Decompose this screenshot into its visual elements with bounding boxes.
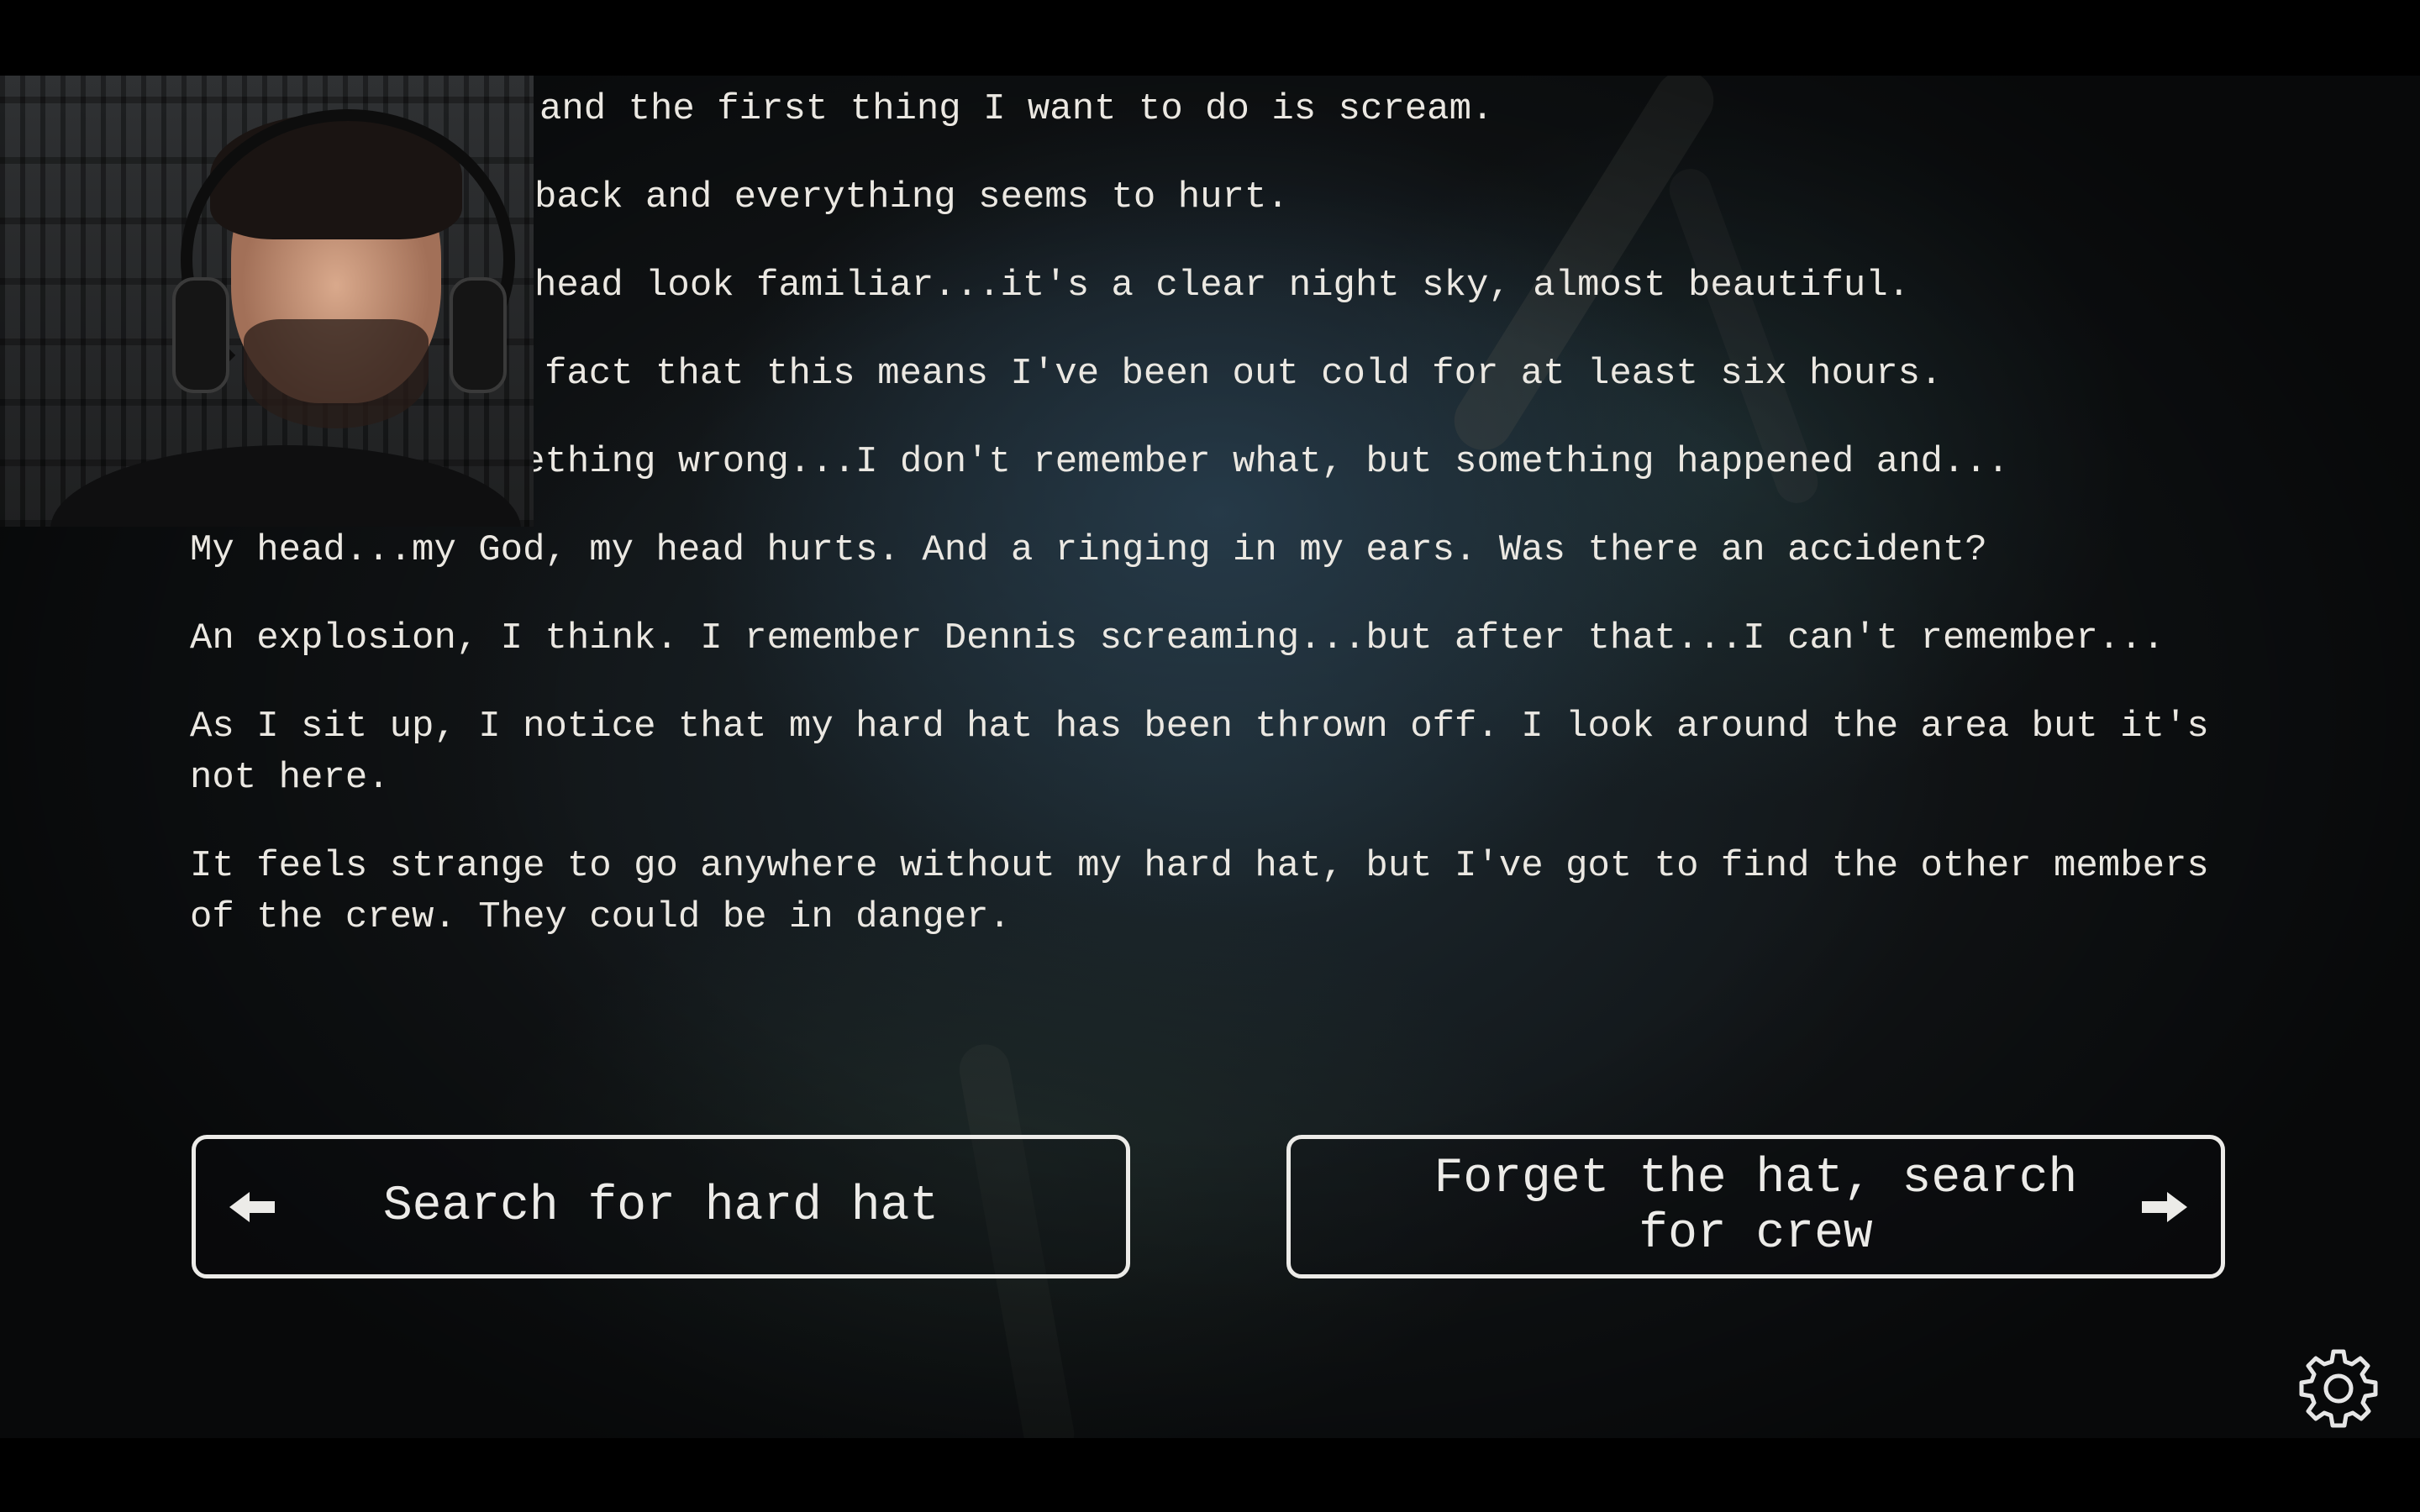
- choice-label: Search for hard hat: [382, 1179, 939, 1234]
- story-line: My head...my God, my head hurts. And a r…: [190, 529, 1987, 571]
- search-hard-hat-button[interactable]: Search for hard hat: [192, 1135, 1130, 1278]
- story-line: An explosion, I think. I remember Dennis…: [190, 617, 2165, 659]
- headphone-cup-left: [172, 277, 229, 393]
- letterbox-bottom: [0, 1438, 2420, 1512]
- arrow-left-icon: [229, 1191, 275, 1222]
- search-for-crew-button[interactable]: Forget the hat, search for crew: [1286, 1135, 2225, 1278]
- gear-icon[interactable]: [2296, 1347, 2381, 1431]
- story-line: It feels strange to go anywhere without …: [190, 845, 2232, 938]
- arrow-right-icon: [2142, 1191, 2187, 1222]
- choice-label: Forget the hat, search for crew: [1434, 1151, 2078, 1262]
- headphone-cup-right: [450, 277, 507, 393]
- letterbox-top: [0, 0, 2420, 76]
- webcam-overlay: [0, 76, 534, 527]
- story-line: As I sit up, I notice that my hard hat h…: [190, 706, 2232, 799]
